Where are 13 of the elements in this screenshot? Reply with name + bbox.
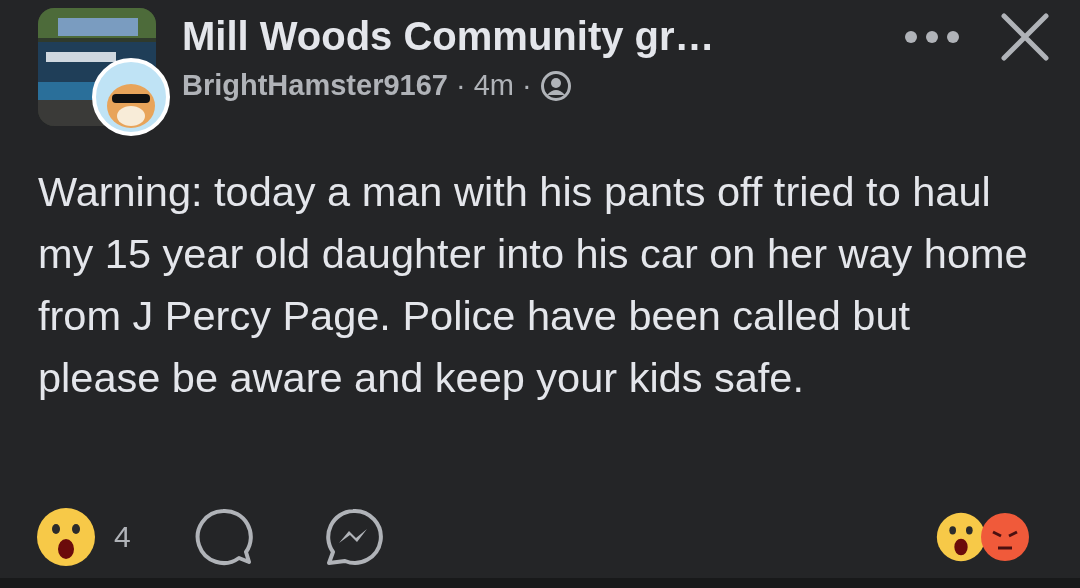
angry-reaction-icon <box>980 512 1030 562</box>
post-text: Warning: today a man with his pants off tried to haul my 15 year old daughter into his car on her way home from J Percy Page. Police have been called but please be aware and keep your kids safe. <box>38 167 1028 403</box>
members-icon <box>539 69 572 102</box>
wow-reaction-icon <box>936 512 986 562</box>
group-title[interactable]: Mill Woods Community gr… <box>182 14 878 59</box>
post-time[interactable]: 4m <box>473 69 514 102</box>
author-name[interactable]: BrightHamster9167 <box>182 69 448 102</box>
more-icon[interactable] <box>904 30 960 44</box>
close-icon[interactable] <box>1000 12 1050 62</box>
reaction-count[interactable]: 4 <box>114 520 131 554</box>
wow-emoji-icon <box>36 507 96 567</box>
separator: · <box>521 69 532 102</box>
separator: · <box>455 69 466 102</box>
